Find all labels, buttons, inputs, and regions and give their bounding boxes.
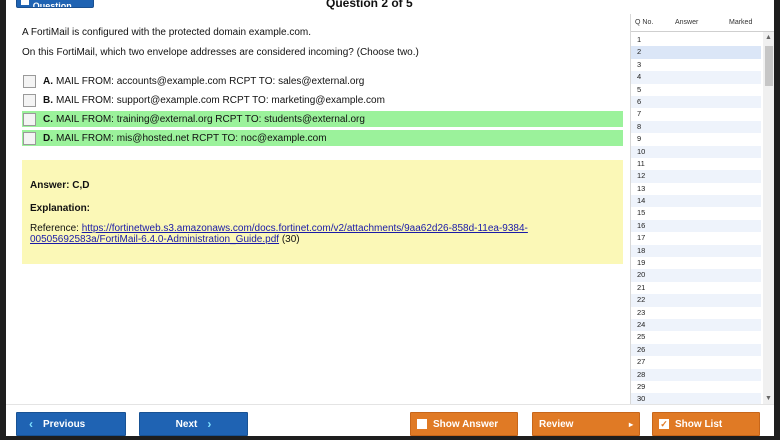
option-c-checkbox[interactable] [23, 112, 36, 126]
option-text: MAIL FROM: accounts@example.com RCPT TO:… [56, 75, 365, 87]
option-letter: A. [43, 75, 53, 87]
show-answer-label: Show Answer [433, 418, 499, 430]
question-counter: Question 2 of 5 [326, 0, 413, 10]
option-letter: D. [43, 132, 53, 144]
question-list-row[interactable]: 13 [631, 183, 761, 195]
question-list-row[interactable]: 9 [631, 133, 761, 145]
option-c[interactable]: C. MAIL FROM: training@external.org RCPT… [22, 111, 623, 127]
scroll-thumb[interactable] [765, 46, 773, 86]
option-a[interactable]: A. MAIL FROM: accounts@example.com RCPT … [22, 73, 623, 89]
show-answer-button[interactable]: Show Answer [410, 412, 518, 436]
question-list-row[interactable]: 18 [631, 244, 761, 258]
question-list-row[interactable]: 12 [631, 170, 761, 183]
question-list-row[interactable]: 23 [631, 307, 761, 319]
question-list-row[interactable]: 21 [631, 282, 761, 294]
chevron-left-icon: ‹ [29, 417, 33, 431]
question-list-row[interactable]: 16 [631, 219, 761, 233]
option-text: MAIL FROM: mis@hosted.net RCPT TO: noc@e… [56, 132, 327, 144]
chevron-right-icon: › [207, 417, 212, 431]
scroll-down-icon[interactable]: ▼ [765, 395, 772, 402]
question-list-row[interactable]: 27 [631, 356, 761, 368]
previous-label: Previous [43, 418, 86, 430]
question-list-rows: 1 2 3 4 5 6 7 8 9 10 11 12 13 14 15 16 17 18 19 20 21 22 23 24 2… [631, 34, 761, 404]
column-answer: Answer [675, 19, 699, 26]
option-text: MAIL FROM: training@external.org RCPT TO… [56, 113, 365, 125]
checkbox-checked-icon: ✓ [659, 419, 669, 429]
review-label: Review [539, 418, 574, 430]
review-button[interactable]: Review ▸ [532, 412, 640, 436]
mark-question-button[interactable]: Mark Question [16, 0, 94, 8]
question-list-row[interactable]: 22 [631, 294, 761, 307]
option-a-checkbox[interactable] [23, 74, 36, 88]
option-b-checkbox[interactable] [23, 93, 36, 107]
question-list-row[interactable]: 17 [631, 232, 761, 244]
next-label: Next [175, 418, 198, 430]
scroll-up-icon[interactable]: ▲ [765, 34, 772, 41]
next-button[interactable]: Next › [139, 412, 248, 436]
question-list-row[interactable]: 14 [631, 195, 761, 208]
question-list-row[interactable]: 10 [631, 145, 761, 158]
mark-question-label: Mark Question [32, 0, 72, 8]
column-marked: Marked [729, 19, 753, 26]
question-list-row[interactable]: 19 [631, 257, 761, 269]
question-list-row[interactable]: 20 [631, 269, 761, 282]
question-list-row[interactable]: 8 [631, 120, 761, 134]
column-qno: Q No. [635, 19, 654, 26]
question-list-row[interactable]: 28 [631, 368, 761, 381]
mark-checkbox-icon [21, 0, 29, 5]
option-letter: B. [43, 94, 53, 106]
question-list-row[interactable]: 30 [631, 393, 761, 404]
question-list-row[interactable]: 2 [631, 46, 761, 59]
question-list-row[interactable]: 4 [631, 71, 761, 84]
show-list-button[interactable]: ✓ Show List [652, 412, 760, 436]
option-d-checkbox[interactable] [23, 131, 36, 145]
checkbox-icon [417, 419, 427, 429]
question-list-row[interactable]: 25 [631, 331, 761, 343]
reference-text: Reference: https://fortinetweb.s3.amazon… [30, 223, 590, 245]
option-d[interactable]: D. MAIL FROM: mis@hosted.net RCPT TO: no… [22, 130, 623, 146]
option-letter: C. [43, 113, 53, 125]
question-list-row[interactable]: 7 [631, 108, 761, 120]
answer-text: Answer: C,D [30, 180, 90, 191]
question-list-row[interactable]: 6 [631, 95, 761, 109]
bottom-toolbar: ‹ Previous Next › Show Answer Review ▸ ✓… [6, 404, 774, 436]
option-b[interactable]: B. MAIL FROM: support@example.com RCPT T… [22, 92, 623, 108]
question-text: A FortiMail is configured with the prote… [22, 27, 312, 38]
explanation-label: Explanation: [30, 203, 91, 214]
question-list-row[interactable]: 26 [631, 343, 761, 357]
previous-button[interactable]: ‹ Previous [16, 412, 126, 436]
reference-suffix: (30) [279, 234, 300, 245]
caret-right-icon: ▸ [628, 419, 633, 429]
exam-window: Mark Question Question 2 of 5 A FortiMai… [0, 0, 780, 440]
question-list-row[interactable]: 5 [631, 84, 761, 96]
question-list-row[interactable]: 1 [631, 34, 761, 46]
question-list: Q No. Answer Marked 1 2 3 4 5 6 7 8 9 10 11 12 13 14 1… [630, 14, 774, 404]
reference-prefix: Reference: [30, 223, 82, 234]
answer-panel: Answer: C,D Explanation: Reference: http… [22, 160, 623, 264]
question-prompt: On this FortiMail, which two envelope ad… [22, 47, 419, 58]
question-list-header: Q No. Answer Marked [631, 14, 774, 32]
question-list-row[interactable]: 3 [631, 59, 761, 71]
show-list-label: Show List [675, 418, 723, 430]
question-list-row[interactable]: 11 [631, 158, 761, 170]
question-list-row[interactable]: 24 [631, 318, 761, 332]
option-text: MAIL FROM: support@example.com RCPT TO: … [56, 94, 385, 106]
question-list-row[interactable]: 15 [631, 207, 761, 219]
question-list-row[interactable]: 29 [631, 381, 761, 393]
top-bar: Mark Question Question 2 of 5 [6, 0, 774, 12]
question-list-scrollbar[interactable]: ▲ ▼ [763, 32, 774, 404]
